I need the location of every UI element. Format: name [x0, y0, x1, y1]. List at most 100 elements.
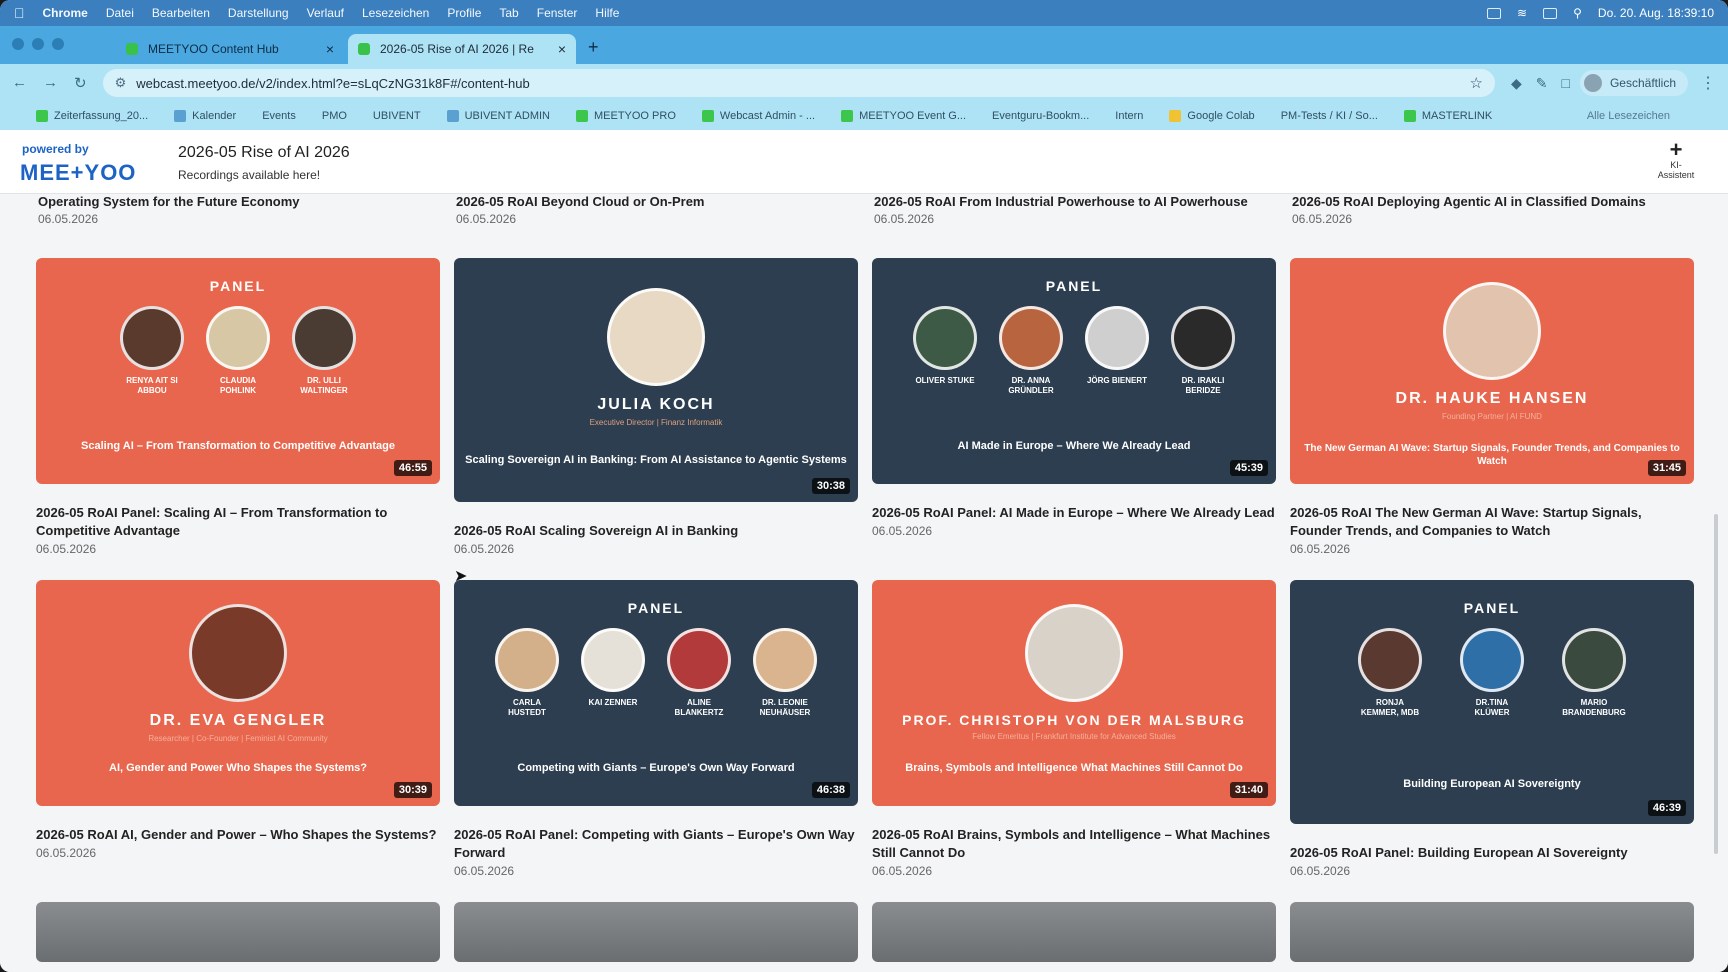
- close-tab-icon[interactable]: ×: [326, 41, 334, 57]
- bookmark-item[interactable]: MASTERLINK: [1403, 110, 1492, 122]
- speaker-name: PROF. CHRISTOPH VON DER MALSBURG: [902, 712, 1246, 728]
- menubar-clock[interactable]: Do. 20. Aug. 18:39:10: [1598, 6, 1714, 20]
- bookmark-favicon: [841, 110, 854, 122]
- bookmark-item[interactable]: PMO: [322, 110, 347, 122]
- recording-title[interactable]: 2026-05 RoAI Panel: Scaling AI – From Tr…: [36, 504, 440, 540]
- recording-thumbnail-partial[interactable]: [1290, 902, 1694, 962]
- menu-bearbeiten[interactable]: Bearbeiten: [152, 6, 210, 20]
- video-thumbnail[interactable]: PANEL OLIVER STUKE DR. ANNA GRÜNDLER JÖR…: [872, 258, 1276, 484]
- recording-card[interactable]: PANEL RONJA KEMMER, MDB DR.TINA KLÜWER M…: [1290, 580, 1694, 878]
- menu-fenster[interactable]: Fenster: [537, 6, 578, 20]
- address-bar[interactable]: ⚙ webcast.meetyoo.de/v2/index.html?e=sLq…: [102, 69, 1495, 97]
- video-thumbnail[interactable]: DR. EVA GENGLER Researcher | Co-Founder …: [36, 580, 440, 806]
- new-tab-icon[interactable]: +: [588, 37, 599, 58]
- video-thumbnail[interactable]: PANEL CARLA HUSTEDT KAI ZENNER ALINE BLA…: [454, 580, 858, 806]
- bookmark-item[interactable]: UBIVENT ADMIN: [446, 110, 550, 122]
- bookmark-item[interactable]: Google Colab: [1169, 110, 1255, 122]
- scrollbar[interactable]: [1714, 514, 1718, 854]
- ki-assistant-button[interactable]: + KI-Assistent: [1656, 139, 1696, 181]
- recording-title[interactable]: 2026-05 RoAI The New German AI Wave: Sta…: [1290, 504, 1694, 540]
- recording-title[interactable]: Operating System for the Future Economy: [38, 194, 442, 210]
- video-thumbnail[interactable]: PANEL RENYA AIT SI ABBOU CLAUDIA POHLINK…: [36, 258, 440, 484]
- speaker-photo: [581, 628, 645, 692]
- screen-icon[interactable]: [1487, 7, 1502, 19]
- recording-thumbnail-partial[interactable]: [454, 902, 858, 962]
- menu-profile[interactable]: Profile: [447, 6, 481, 20]
- bookmark-star-icon[interactable]: ☆: [1470, 74, 1483, 92]
- menu-verlauf[interactable]: Verlauf: [307, 6, 344, 20]
- back-icon[interactable]: ←: [12, 74, 27, 92]
- profile-button[interactable]: Geschäftlich: [1579, 70, 1688, 96]
- menu-darstellung[interactable]: Darstellung: [228, 6, 289, 20]
- recordings-grid[interactable]: Operating System for the Future Economy …: [0, 194, 1728, 972]
- recording-title[interactable]: 2026-05 RoAI Beyond Cloud or On-Prem: [456, 194, 860, 210]
- recording-card-partial[interactable]: 2026-05 RoAI From Industrial Powerhouse …: [874, 194, 1278, 226]
- speaker-photo: [1460, 628, 1524, 692]
- video-thumbnail[interactable]: PROF. CHRISTOPH VON DER MALSBURG Fellow …: [872, 580, 1276, 806]
- recording-card[interactable]: PANEL CARLA HUSTEDT KAI ZENNER ALINE BLA…: [454, 580, 858, 878]
- recording-title[interactable]: 2026-05 RoAI Panel: Building European AI…: [1290, 844, 1694, 862]
- apple-icon[interactable]: : [14, 5, 25, 21]
- bookmark-item[interactable]: Events: [262, 110, 296, 122]
- recording-card-partial[interactable]: Operating System for the Future Economy …: [38, 194, 442, 226]
- battery-icon[interactable]: [1543, 7, 1558, 19]
- recording-card[interactable]: PANEL OLIVER STUKE DR. ANNA GRÜNDLER JÖR…: [872, 258, 1276, 538]
- recording-title[interactable]: 2026-05 RoAI Brains, Symbols and Intelli…: [872, 826, 1276, 862]
- menu-lesezeichen[interactable]: Lesezeichen: [362, 6, 429, 20]
- zoom-window-button[interactable]: [52, 38, 64, 50]
- site-info-icon[interactable]: ⚙: [115, 75, 127, 91]
- video-thumbnail[interactable]: PANEL RONJA KEMMER, MDB DR.TINA KLÜWER M…: [1290, 580, 1694, 824]
- video-thumbnail[interactable]: DR. HAUKE HANSEN Founding Partner | AI F…: [1290, 258, 1694, 484]
- close-window-button[interactable]: [12, 38, 24, 50]
- recording-card-partial[interactable]: 2026-05 RoAI Beyond Cloud or On-Prem 06.…: [456, 194, 860, 226]
- recording-title[interactable]: 2026-05 RoAI Panel: Competing with Giant…: [454, 826, 858, 862]
- search-icon[interactable]: ⚲: [1573, 6, 1582, 20]
- menu-datei[interactable]: Datei: [106, 6, 134, 20]
- menu-app[interactable]: Chrome: [43, 6, 88, 20]
- recording-card-partial[interactable]: 2026-05 RoAI Deploying Agentic AI in Cla…: [1292, 194, 1696, 226]
- forward-icon[interactable]: →: [43, 74, 58, 92]
- menu-tab[interactable]: Tab: [499, 6, 518, 20]
- bookmark-item[interactable]: Kalender: [174, 110, 236, 122]
- recording-title[interactable]: 2026-05 RoAI From Industrial Powerhouse …: [874, 194, 1278, 210]
- sidepanel-icon[interactable]: □: [1562, 75, 1570, 91]
- minimize-window-button[interactable]: [32, 38, 44, 50]
- wifi-icon[interactable]: ≋: [1517, 6, 1527, 20]
- menu-hilfe[interactable]: Hilfe: [595, 6, 619, 20]
- reload-icon[interactable]: ↻: [74, 74, 87, 92]
- recording-card[interactable]: DR. HAUKE HANSEN Founding Partner | AI F…: [1290, 258, 1694, 556]
- pen-icon[interactable]: ✎: [1536, 75, 1548, 92]
- recording-date: 06.05.2026: [1292, 212, 1353, 226]
- recording-title[interactable]: 2026-05 RoAI Scaling Sovereign AI in Ban…: [454, 522, 858, 540]
- recording-card[interactable]: DR. EVA GENGLER Researcher | Co-Founder …: [36, 580, 440, 860]
- recording-title[interactable]: 2026-05 RoAI Panel: AI Made in Europe – …: [872, 504, 1276, 522]
- recording-title[interactable]: 2026-05 RoAI AI, Gender and Power – Who …: [36, 826, 440, 844]
- recording-thumbnail-partial[interactable]: [36, 902, 440, 962]
- recording-title[interactable]: 2026-05 RoAI Deploying Agentic AI in Cla…: [1292, 194, 1696, 210]
- tab-content-hub[interactable]: MEETYOO Content Hub ×: [116, 34, 344, 64]
- bookmark-item[interactable]: MEETYOO Event G...: [841, 110, 966, 122]
- extension-icon[interactable]: ◆: [1511, 75, 1522, 92]
- recording-card[interactable]: PROF. CHRISTOPH VON DER MALSBURG Fellow …: [872, 580, 1276, 878]
- thumbnail-topic: Scaling AI – From Transformation to Comp…: [81, 440, 395, 452]
- recording-date: 06.05.2026: [874, 212, 935, 226]
- speaker-photo: [189, 604, 287, 702]
- meetyoo-logo[interactable]: MEE+YOO: [20, 160, 136, 186]
- video-thumbnail[interactable]: JULIA KOCH Executive Director | Finanz I…: [454, 258, 858, 502]
- bookmark-item[interactable]: Webcast Admin - ...: [701, 110, 815, 122]
- bookmark-item[interactable]: PM-Tests / KI / So...: [1281, 110, 1378, 122]
- all-bookmarks[interactable]: Alle Lesezeichen: [1587, 110, 1670, 122]
- recording-card[interactable]: PANEL RENYA AIT SI ABBOU CLAUDIA POHLINK…: [36, 258, 440, 556]
- bookmark-item[interactable]: UBIVENT: [373, 110, 421, 122]
- recording-card[interactable]: JULIA KOCH Executive Director | Finanz I…: [454, 258, 858, 556]
- bookmark-item[interactable]: MEETYOO PRO: [575, 110, 676, 122]
- tab-rise-of-ai[interactable]: 2026-05 Rise of AI 2026 | Re ×: [348, 34, 576, 64]
- url-text[interactable]: webcast.meetyoo.de/v2/index.html?e=sLqCz…: [136, 76, 529, 91]
- bookmark-item[interactable]: Intern: [1115, 110, 1143, 122]
- more-menu-icon[interactable]: ⋮: [1700, 73, 1716, 93]
- close-tab-icon[interactable]: ×: [558, 41, 566, 57]
- bookmark-item[interactable]: Zeiterfassung_20...: [36, 110, 148, 122]
- browser-window:  Chrome Datei Bearbeiten Darstellung Ve…: [0, 0, 1728, 972]
- bookmark-item[interactable]: Eventguru-Bookm...: [992, 110, 1089, 122]
- recording-thumbnail-partial[interactable]: [872, 902, 1276, 962]
